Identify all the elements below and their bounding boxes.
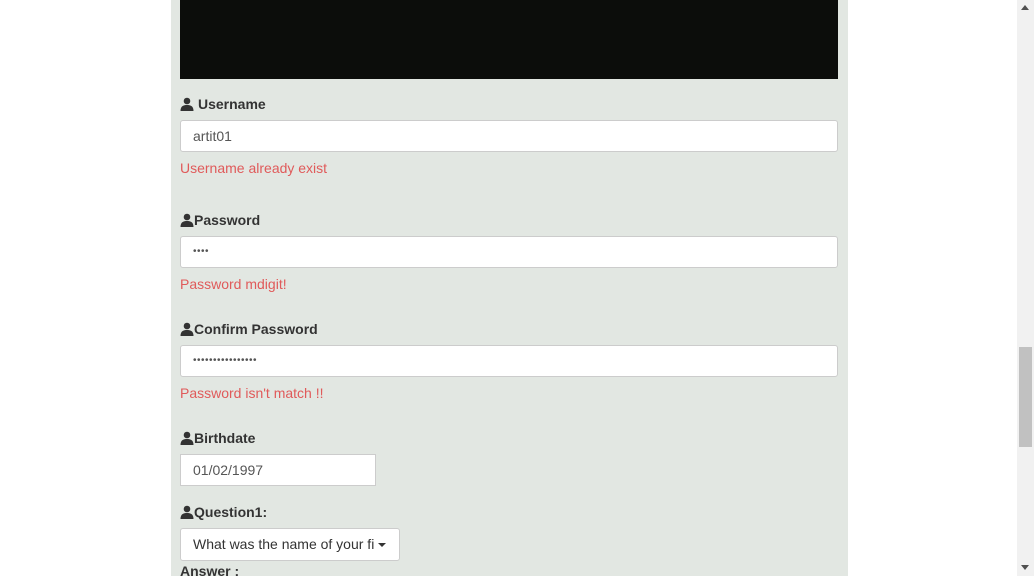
question1-selected-text: What was the name of your fi <box>193 536 375 552</box>
user-icon <box>180 505 194 519</box>
confirm-password-label: Confirm Password <box>180 320 318 338</box>
question1-label: Question1: <box>180 503 267 521</box>
confirm-password-input[interactable]: •••••••••••••••• <box>180 345 838 377</box>
username-input[interactable] <box>180 120 838 152</box>
birthdate-label-text: Birthdate <box>194 430 256 446</box>
user-icon <box>180 431 194 445</box>
confirm-password-error: Password isn't match !! <box>180 385 324 401</box>
username-label-text: Username <box>198 96 266 112</box>
user-icon <box>180 97 194 111</box>
caret-down-icon <box>378 543 386 547</box>
scroll-up-arrow-icon[interactable] <box>1021 5 1029 10</box>
birthdate-input[interactable] <box>180 454 376 486</box>
page-scrollbar[interactable] <box>1017 0 1034 576</box>
scroll-down-arrow-icon[interactable] <box>1021 565 1029 570</box>
confirm-password-label-text: Confirm Password <box>194 321 318 337</box>
answer-label: Answer : <box>180 563 240 576</box>
username-error: Username already exist <box>180 160 328 176</box>
user-icon <box>180 213 194 227</box>
question1-label-text: Question1: <box>194 504 268 520</box>
password-error: Password mdigit! <box>180 276 287 292</box>
banner-image <box>180 0 838 79</box>
birthdate-label: Birthdate <box>180 429 255 447</box>
password-label-text: Password <box>194 212 261 228</box>
user-icon <box>180 322 194 336</box>
scrollbar-thumb[interactable] <box>1019 347 1032 447</box>
password-label: Password <box>180 211 260 229</box>
password-input[interactable]: •••• <box>180 236 838 268</box>
username-label: Username <box>180 95 266 113</box>
question1-select[interactable]: What was the name of your fi <box>180 528 400 561</box>
